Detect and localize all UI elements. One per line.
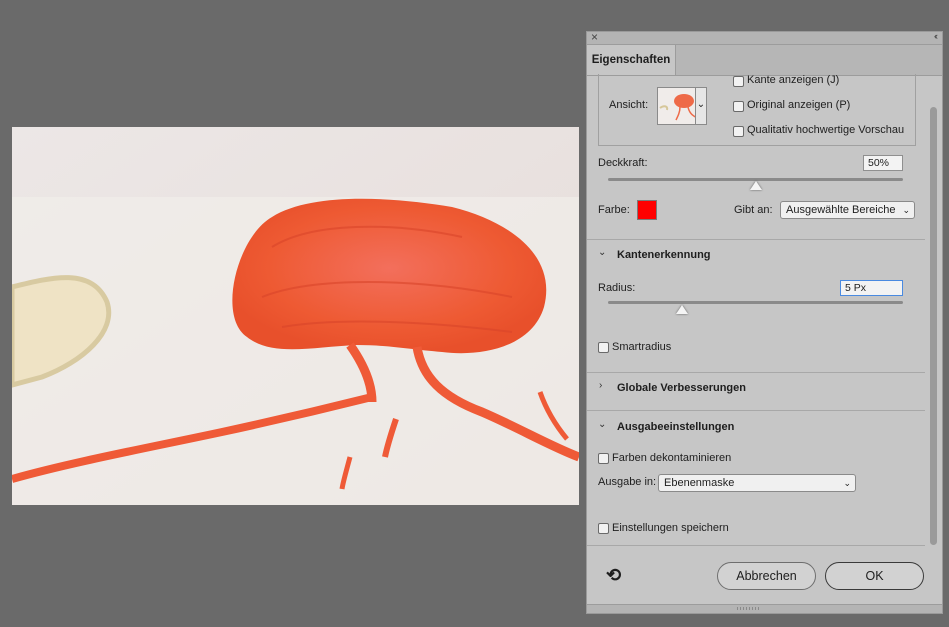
divider <box>587 545 925 546</box>
show-original-checkbox[interactable] <box>733 101 744 112</box>
cancel-button[interactable]: Abbrechen <box>717 562 816 590</box>
high-quality-preview-checkbox[interactable] <box>733 126 744 137</box>
high-quality-preview-label: Qualitativ hochwertige Vorschau <box>747 124 905 136</box>
output-to-select[interactable]: Ebenenmaske ⌄ <box>658 474 856 492</box>
divider <box>587 410 925 411</box>
resize-grip[interactable] <box>587 604 942 613</box>
radius-slider-track[interactable] <box>608 301 903 304</box>
chevron-down-icon[interactable]: ⌄ <box>598 247 606 258</box>
scrollbar[interactable] <box>930 107 937 545</box>
opacity-slider-thumb[interactable] <box>749 181 762 190</box>
global-refinements-header[interactable]: Globale Verbesserungen <box>617 382 746 394</box>
ok-button[interactable]: OK <box>825 562 924 590</box>
close-icon[interactable]: × <box>591 30 598 44</box>
chevron-right-icon[interactable]: › <box>599 380 602 391</box>
reset-icon[interactable]: ⟲ <box>606 565 621 586</box>
show-edge-checkbox[interactable] <box>733 76 744 87</box>
color-swatch[interactable] <box>637 200 657 220</box>
tab-bar: Eigenschaften <box>587 45 942 76</box>
show-on-label: Gibt an: <box>734 204 773 216</box>
view-label: Ansicht: <box>609 99 649 111</box>
show-on-value: Ausgewählte Bereiche <box>786 204 896 216</box>
show-on-select[interactable]: Ausgewählte Bereiche ⌄ <box>780 201 915 219</box>
color-label: Farbe: <box>598 204 630 216</box>
radius-slider-thumb[interactable] <box>675 305 688 314</box>
remember-settings-label: Einstellungen speichern <box>612 522 729 534</box>
show-edge-label: Kante anzeigen (J) <box>747 74 840 86</box>
decontaminate-colors-checkbox[interactable] <box>598 453 609 464</box>
chevron-down-icon[interactable]: ⌄ <box>598 419 606 430</box>
smart-radius-label: Smartradius <box>612 341 672 353</box>
output-to-label: Ausgabe in: <box>598 476 657 488</box>
collapse-icon[interactable]: ‹‹ <box>934 31 938 41</box>
panel-title-bar: × ‹‹ <box>587 30 942 45</box>
radius-label: Radius: <box>598 282 636 294</box>
decontaminate-colors-label: Farben dekontaminieren <box>612 452 732 464</box>
chevron-down-icon: ⌄ <box>902 205 910 215</box>
tab-properties[interactable]: Eigenschaften <box>587 45 676 75</box>
opacity-input[interactable]: 50% <box>863 155 903 171</box>
properties-panel: × ‹‹ Eigenschaften Ansicht: ⌄ Kante anze… <box>586 30 943 614</box>
smart-radius-checkbox[interactable] <box>598 342 609 353</box>
divider <box>587 372 925 373</box>
remember-settings-checkbox[interactable] <box>598 523 609 534</box>
canvas-image <box>12 127 579 505</box>
radius-input[interactable]: 5 Px <box>840 280 903 296</box>
view-dropdown-chevron-icon[interactable]: ⌄ <box>695 87 707 125</box>
grip-lines <box>737 607 759 610</box>
opacity-label: Deckkraft: <box>598 157 648 169</box>
chevron-down-icon: ⌄ <box>843 478 851 488</box>
divider <box>587 239 925 240</box>
output-to-value: Ebenenmaske <box>664 477 735 489</box>
edge-detection-header[interactable]: Kantenerkennung <box>617 249 711 261</box>
show-original-label: Original anzeigen (P) <box>747 99 851 111</box>
output-settings-header[interactable]: Ausgabeeinstellungen <box>617 421 734 433</box>
